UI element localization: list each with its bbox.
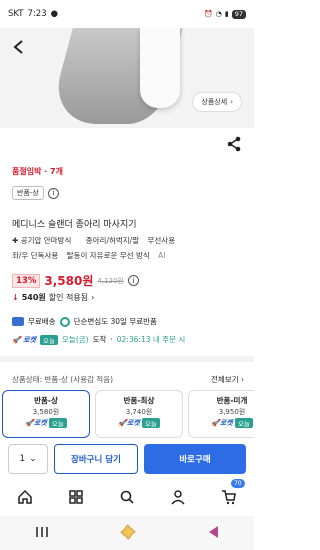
cart-count-badge: 70 [230,479,245,488]
feature-tag: 좌/우 단독사용 [12,251,59,260]
price-info-icon[interactable]: i [127,275,139,286]
arrow-left-icon [13,40,23,54]
nav-home[interactable] [15,487,35,507]
option-grade: 반품-상 [34,396,58,405]
chevron-down-icon: ⌄ [29,454,37,464]
back-button[interactable] [10,38,28,56]
discount-badge: 13% [12,273,41,288]
feature-tag: 무선사용 [147,236,176,245]
recent-apps-icon[interactable] [35,526,49,540]
today-badge: 오늘 [234,418,253,428]
arrive-label: 도착 [92,335,107,344]
product-tags: ✚ 공기압 안마방식 종아리/허벅지/팔 무선사용 좌/우 단독사용 탈동이 자… [12,233,244,263]
option-price: 3,580원 [32,408,60,416]
status-bar: SKT 7:23 ● ⏰ ◔ ▮ 97 [0,0,254,28]
today-badge: 오늘 [141,418,160,428]
truck-icon [12,317,24,326]
quantity-value: 1 [19,454,26,464]
rocket-icon: 🚀로켓 [211,419,233,427]
dot-separator: · [110,335,113,344]
rocket-icon: 🚀 로켓 [12,335,37,344]
condition-header: 상품상태: 반품-상 (사용감 적음) 전체보기 › [12,374,244,385]
view-all-link[interactable]: 전체보기 › [211,374,244,385]
carrier-label: SKT [8,9,24,19]
search-icon [120,490,134,504]
purchase-bar: 1 ⌄ 장바구니 담기 바로구매 [0,438,254,480]
info-icon[interactable]: i [47,187,59,199]
nav-search[interactable] [117,487,137,507]
feature-tag: 탈동이 자유로운 무선 방식 [66,251,150,260]
buy-now-button[interactable]: 바로구매 [144,444,246,474]
home-shortcut-icon[interactable] [120,524,136,542]
chevron-right-icon: › [230,98,233,106]
nav-my-page[interactable] [168,487,188,507]
coupon-text: 할인 적용됨 [48,293,89,302]
condition-chip: 반품-상 [12,186,44,200]
return-icon [59,316,70,327]
person-icon [171,490,185,505]
app-nav: 70 [0,479,254,512]
rocket-icon: 🚀로켓 [25,419,47,427]
chevron-right-icon: › [91,293,95,302]
notification-icon: ● [50,9,59,19]
original-price: 4,120원 [97,276,124,285]
today-badge: 오늘 [48,418,67,428]
signal-icon: ▮ [224,10,229,18]
alarm-icon: ⏰ [204,10,213,18]
quantity-select[interactable]: 1 ⌄ [8,444,48,474]
nav-cart[interactable]: 70 [219,479,245,507]
delivery-row: 🚀 로켓 오늘 오늘(금) 도착 · 02:36:13 내 주문 시 [12,334,185,345]
section-divider [0,356,254,362]
coupon-row[interactable]: ↓ 540원 할인 적용됨 › [12,292,94,303]
option-price: 3,740원 [125,408,153,416]
option-grade: 반품-최상 [123,396,155,405]
product-image[interactable]: 상품상세 › [0,28,254,128]
option-price: 3,950원 [218,408,246,416]
shipping-row: 무료배송 단순변심도 30일 무료반품 [12,316,157,327]
option-card[interactable]: 반품-미개 3,950원 🚀로켓 오늘 [188,390,254,438]
product-detail-button[interactable]: 상품상세 › [192,92,242,112]
delivery-date: 오늘(금) [62,335,89,344]
grid-icon [69,490,83,504]
massager-device-image [140,28,180,108]
clock: 7:23 [27,9,47,19]
cart-icon [221,490,236,505]
share-icon [227,136,241,152]
add-to-cart-button[interactable]: 장바구니 담기 [54,444,138,474]
share-button[interactable] [226,136,242,152]
product-title: 메디니스 슬랜더 종아리 마사지기 [12,220,137,230]
condition-options: 반품-상 3,580원 🚀로켓 오늘 반품-최상 3,740원 🚀로켓 오늘 반품-… [2,390,254,438]
battery-indicator: 97 [231,9,246,19]
home-icon [18,489,33,504]
system-nav [0,516,254,550]
condition-row: 반품-상 i [12,186,59,200]
condition-label: 상품상태: 반품-상 (사용감 적음) [12,375,114,384]
sale-price: 3,580원 [44,274,94,288]
product-detail-label: 상품상세 [201,98,228,106]
rocket-icon: 🚀로켓 [118,419,140,427]
sale-tag: 품절임박 · 7개 [12,167,63,176]
free-shipping-label: 무료배송 [28,317,56,326]
feature-tag: ✚ 공기압 안마방식 [12,236,72,245]
arrow-down-icon: ↓ [12,293,19,302]
option-card[interactable]: 반품-최상 3,740원 🚀로켓 오늘 [95,390,183,438]
option-grade: 반품-미개 [216,396,248,405]
back-nav-icon[interactable] [207,525,219,541]
coupon-amount: 540원 [21,293,46,302]
nav-categories[interactable] [66,487,86,507]
option-card[interactable]: 반품-상 3,580원 🚀로켓 오늘 [2,390,90,438]
wifi-icon: ◔ [215,10,222,18]
price-row: 13% 3,580원 4,120원 i [12,272,139,289]
feature-tag: 종아리/허벅지/팔 [85,236,140,245]
today-badge: 오늘 [40,334,59,345]
free-return-label: 단순변심도 30일 무료반품 [73,317,157,326]
ai-label: AI [158,251,166,260]
order-countdown: 02:36:13 내 주문 시 [116,335,186,344]
